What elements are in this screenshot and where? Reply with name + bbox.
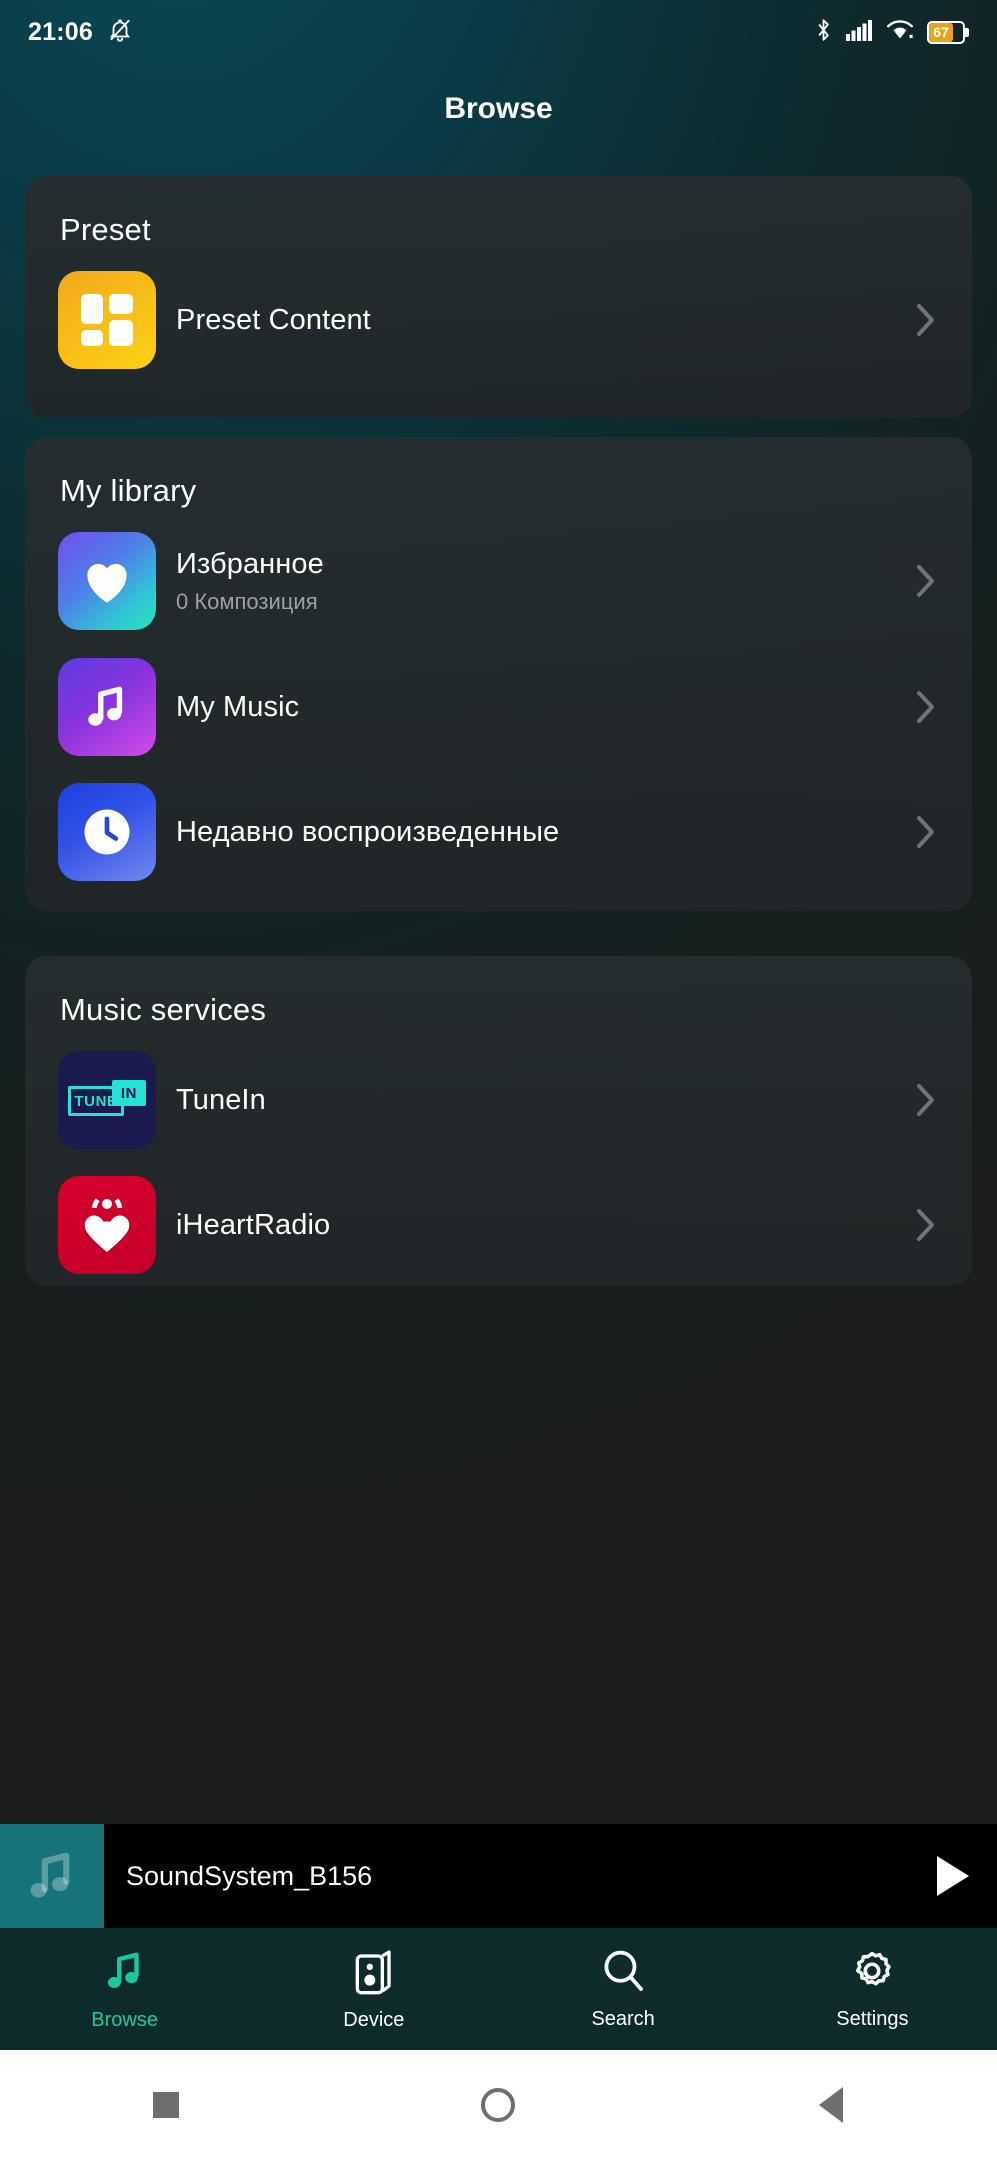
- music-note-icon: [102, 1946, 148, 2001]
- list-item-my-music[interactable]: My Music: [25, 657, 972, 757]
- list-item-favorites[interactable]: Избранное 0 Композиция: [25, 531, 972, 631]
- player-track-title: SoundSystem_B156: [126, 1860, 373, 1891]
- bell-muted-icon: [107, 17, 133, 48]
- chevron-right-icon[interactable]: [906, 1205, 946, 1245]
- section-card-preset: Preset Preset Content: [25, 176, 972, 418]
- chevron-right-icon[interactable]: [906, 300, 946, 340]
- section-card-music-services: Music services TUNE IN TuneIn iHeartRadi…: [25, 956, 972, 1286]
- triangle-back-icon[interactable]: [771, 2050, 891, 2160]
- mini-player-bar[interactable]: SoundSystem_B156: [0, 1824, 997, 1928]
- list-item-tunein[interactable]: TUNE IN TuneIn: [25, 1050, 972, 1150]
- list-item-label: iHeartRadio: [176, 1208, 331, 1241]
- speaker-icon: [352, 1946, 396, 2001]
- music-note-icon: [30, 1852, 70, 1898]
- bottom-navigation: Browse Device Search Settings: [0, 1928, 997, 2050]
- gear-icon: [849, 1947, 895, 2000]
- list-item-recently-played[interactable]: Недавно воспроизведенные: [25, 782, 972, 882]
- circle-icon[interactable]: [438, 2050, 558, 2160]
- list-item-preset-content[interactable]: Preset Content: [25, 270, 972, 370]
- nav-item-settings[interactable]: Settings: [748, 1928, 997, 2050]
- section-card-my-library: My library Избранное 0 Композиция My Mus…: [25, 437, 972, 911]
- music-note-icon: [58, 658, 156, 756]
- search-icon: [600, 1947, 646, 2000]
- square-icon[interactable]: [106, 2050, 226, 2160]
- preset-grid-icon: [58, 271, 156, 369]
- chevron-right-icon[interactable]: [906, 1080, 946, 1120]
- list-item-texts: Недавно воспроизведенные: [176, 816, 906, 849]
- battery-icon: 67: [927, 20, 969, 44]
- list-item-label: Preset Content: [176, 303, 371, 336]
- nav-label-settings: Settings: [836, 2008, 909, 2030]
- nav-label-search: Search: [591, 2008, 655, 2030]
- list-item-texts: My Music: [176, 691, 906, 724]
- list-item-subtitle: 0 Композиция: [176, 588, 318, 614]
- status-bar-right: 67: [814, 17, 969, 48]
- chevron-right-icon[interactable]: [906, 687, 946, 727]
- clock-icon: [58, 783, 156, 881]
- list-item-label: My Music: [176, 690, 300, 723]
- nav-label-browse: Browse: [91, 2009, 158, 2031]
- android-system-bar: [0, 2050, 997, 2160]
- chevron-right-icon[interactable]: [906, 561, 946, 601]
- player-album-art[interactable]: [0, 1824, 104, 1928]
- list-item-texts: iHeartRadio: [176, 1209, 906, 1242]
- iheartradio-logo-icon: [58, 1176, 156, 1274]
- nav-item-browse[interactable]: Browse: [0, 1928, 249, 2050]
- section-title-music-services: Music services: [60, 992, 267, 1027]
- list-item-texts: Preset Content: [176, 304, 906, 337]
- list-item-texts: TuneIn: [176, 1084, 906, 1117]
- chevron-right-icon[interactable]: [906, 812, 946, 852]
- status-bar-left: 21:06: [28, 17, 133, 48]
- list-item-label: Избранное: [176, 547, 324, 580]
- tunein-in-text: IN: [120, 1084, 138, 1102]
- wifi-icon: [886, 18, 914, 47]
- cellular-signal-icon: [846, 19, 873, 46]
- list-item-texts: Избранное 0 Композиция: [176, 548, 906, 615]
- nav-item-device[interactable]: Device: [249, 1928, 498, 2050]
- list-item-iheartradio[interactable]: iHeartRadio: [25, 1175, 972, 1275]
- phone-screen: 21:06 67 Browse Preset Preset Content My…: [0, 0, 997, 2160]
- nav-label-device: Device: [343, 2009, 405, 2031]
- tunein-logo-icon: TUNE IN: [58, 1051, 156, 1149]
- page-header: Browse: [0, 64, 997, 154]
- nav-item-search[interactable]: Search: [499, 1928, 748, 2050]
- status-time: 21:06: [28, 17, 93, 46]
- section-title-my-library: My library: [60, 473, 197, 508]
- bluetooth-icon: [814, 17, 833, 48]
- page-title: Browse: [444, 92, 553, 125]
- section-title-preset: Preset: [60, 212, 151, 247]
- status-bar: 21:06 67: [0, 0, 997, 64]
- list-item-label: TuneIn: [176, 1083, 266, 1116]
- list-item-label: Недавно воспроизведенные: [176, 815, 560, 848]
- play-icon[interactable]: [907, 1824, 997, 1928]
- heart-icon: [58, 532, 156, 630]
- battery-percent-label: 67: [933, 24, 949, 40]
